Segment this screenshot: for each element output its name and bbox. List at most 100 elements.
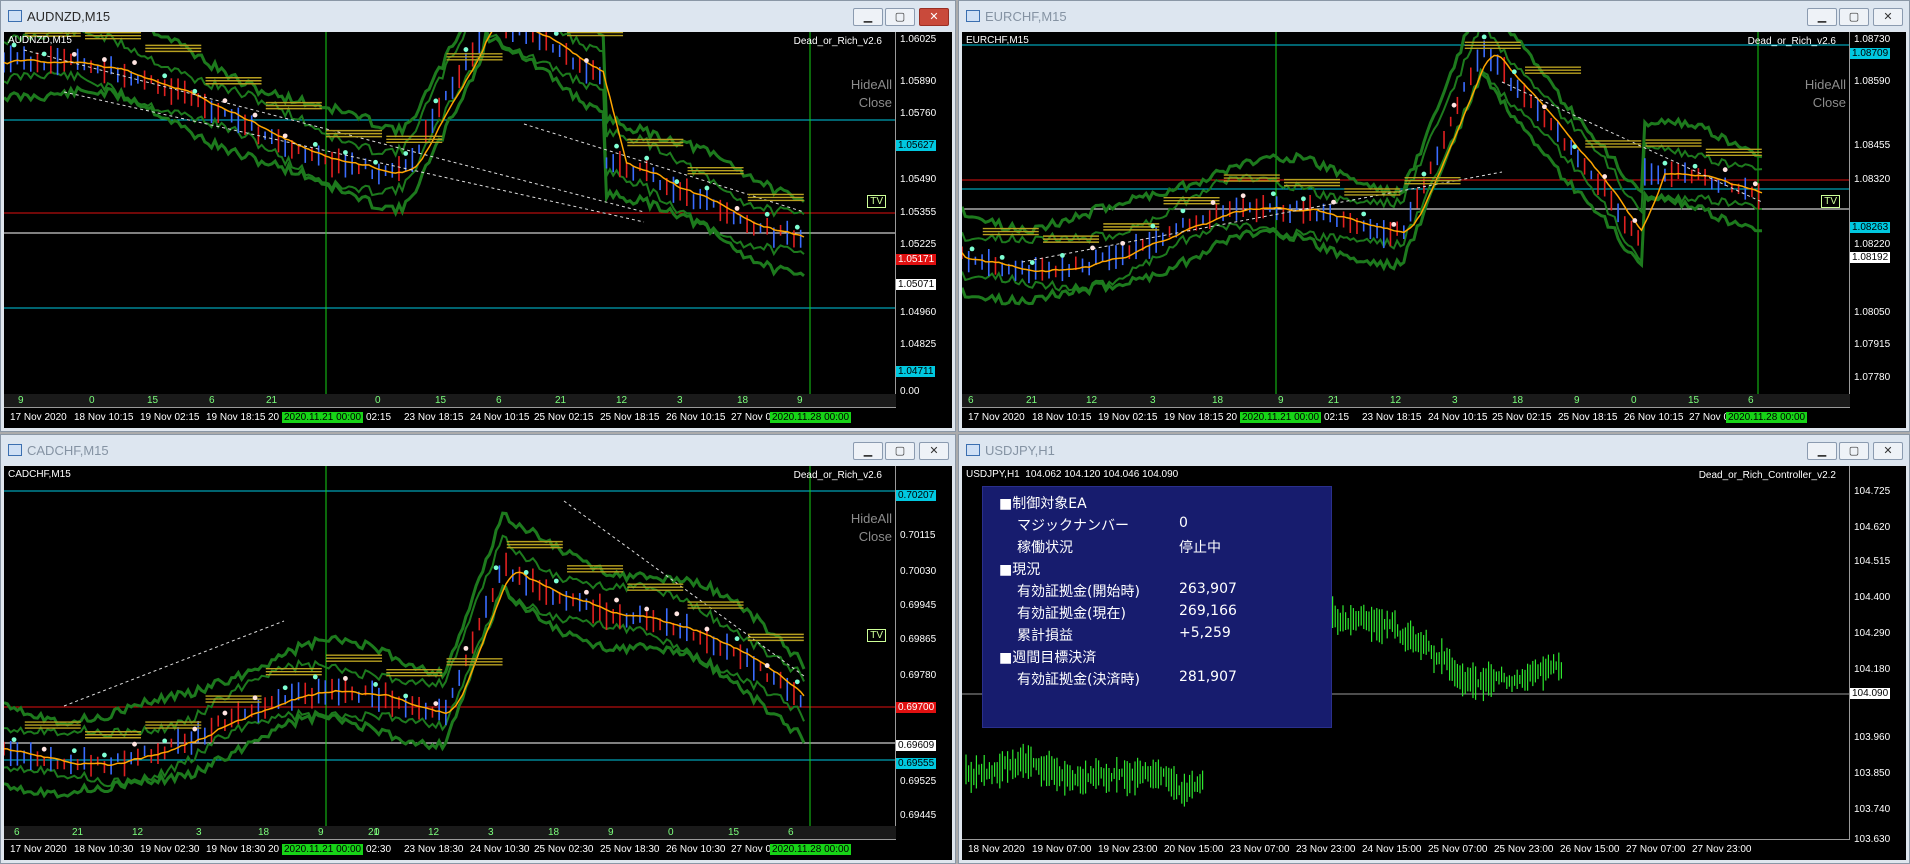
price-chart[interactable]: USDJPY,H1 104.062 104.120 104.046 104.09…	[962, 466, 1906, 860]
time-label: 25 Nov 02:15	[534, 412, 594, 423]
hour-label: 15	[435, 395, 447, 406]
price-label: 0.69865	[900, 634, 937, 645]
tv-button[interactable]: TV	[867, 629, 886, 642]
ea-name-label: Dead_or_Rich_v2.6	[793, 470, 882, 481]
close-button[interactable]: ✕	[919, 8, 949, 26]
window-title: USDJPY,H1	[985, 443, 1055, 458]
signal-marker	[1391, 221, 1397, 227]
signal-marker	[41, 746, 47, 752]
signal-marker	[969, 246, 975, 252]
price-label: 1.04825	[900, 339, 937, 350]
time-label: 25 Nov 18:15	[600, 412, 660, 423]
tv-button[interactable]: TV	[867, 195, 886, 208]
price-badge: 1.08709	[1850, 48, 1891, 59]
maximize-button[interactable]: ▢	[1839, 8, 1869, 26]
signal-marker	[644, 155, 650, 161]
signal-marker	[343, 150, 348, 155]
time-label: 20	[1226, 412, 1238, 423]
price-scale[interactable]: 104.725 104.620 104.515 104.400 104.290 …	[1849, 466, 1906, 845]
chart-window-eurchf[interactable]: EURCHF,M15 ▁ ▢ ✕ EURCHF,M15 Dead_or_Rich…	[958, 0, 1910, 432]
signal-marker	[1090, 245, 1095, 251]
hideall-button[interactable]: HideAll	[1805, 76, 1846, 94]
hideall-close-label[interactable]: HideAll Close	[851, 76, 892, 112]
price-label: 0.69525	[900, 776, 937, 787]
price-label: 1.08455	[1854, 140, 1891, 151]
hideall-close-label[interactable]: HideAll Close	[851, 510, 892, 546]
chart-canvas[interactable]	[4, 32, 952, 428]
hour-label: 6	[209, 395, 215, 406]
symbol-name: USDJPY,H1	[966, 469, 1020, 480]
time-label: 17 Nov 2020	[10, 412, 67, 423]
close-button[interactable]: ✕	[919, 442, 949, 460]
title-bar[interactable]: AUDNZD,M15 ▁ ▢ ✕	[1, 1, 955, 31]
run-status-value: 停止中	[1179, 540, 1221, 556]
signal-marker	[373, 682, 378, 687]
price-label: 1.05890	[900, 76, 937, 87]
price-label: 103.850	[1854, 768, 1891, 779]
hour-label: 3	[677, 395, 683, 406]
signal-marker	[433, 98, 439, 104]
price-scale[interactable]: 1.08730 1.08709 1.08590 1.08455 1.08320 …	[1849, 32, 1906, 408]
time-axis[interactable]: 18 Nov 2020 19 Nov 07:00 19 Nov 23:00 20…	[962, 839, 1850, 860]
time-label: 26 Nov 10:15	[1624, 412, 1684, 423]
close-label-button[interactable]: Close	[851, 528, 892, 546]
tv-button[interactable]: TV	[1821, 195, 1840, 208]
time-label: 25 Nov 02:30	[534, 844, 594, 855]
title-bar[interactable]: EURCHF,M15 ▁ ▢ ✕	[959, 1, 1909, 31]
close-label-button[interactable]: Close	[851, 94, 892, 112]
hideall-button[interactable]: HideAll	[851, 510, 892, 528]
hour-label: 6	[788, 827, 794, 838]
maximize-button[interactable]: ▢	[1839, 442, 1869, 460]
minimize-button[interactable]: ▁	[853, 442, 883, 460]
time-label: 17 Nov 2020	[10, 844, 67, 855]
minimize-button[interactable]: ▁	[1807, 8, 1837, 26]
signal-marker	[644, 606, 650, 612]
time-label: 20	[268, 844, 280, 855]
price-badge: 0.70207	[896, 490, 937, 501]
chart-canvas[interactable]	[4, 466, 952, 860]
minimize-button[interactable]: ▁	[853, 8, 883, 26]
period-separator-date: 2020.11.28 00:00	[770, 412, 852, 423]
signal-marker	[162, 738, 168, 744]
time-axis[interactable]: 17 Nov 2020 18 Nov 10:15 19 Nov 02:15 19…	[962, 407, 1850, 428]
minimize-button[interactable]: ▁	[1807, 442, 1837, 460]
chart-window-usdjpy[interactable]: USDJPY,H1 ▁ ▢ ✕ USDJPY,H1 104.062 104.12…	[958, 434, 1910, 864]
chart-window-audnzd[interactable]: AUDNZD,M15 ▁ ▢ ✕ AUDNZD,M15 Dead_or_Rich…	[0, 0, 956, 432]
maximize-button[interactable]: ▢	[885, 8, 915, 26]
equity-target-value: 281,907	[1179, 669, 1237, 685]
price-label: 104.515	[1854, 556, 1891, 567]
price-chart[interactable]: AUDNZD,M15 Dead_or_Rich_v2.6 HideAll Clos…	[4, 32, 952, 428]
hour-label: 0	[1631, 395, 1637, 406]
title-bar[interactable]: USDJPY,H1 ▁ ▢ ✕	[959, 435, 1909, 465]
close-button[interactable]: ✕	[1873, 8, 1903, 26]
hour-label: 18	[737, 395, 749, 406]
hideall-close-label[interactable]: HideAll Close	[1805, 76, 1846, 112]
window-title: EURCHF,M15	[985, 9, 1067, 24]
time-label: 19 Nov 07:00	[1032, 844, 1092, 855]
title-bar[interactable]: CADCHF,M15 ▁ ▢ ✕	[1, 435, 955, 465]
close-button[interactable]: ✕	[1873, 442, 1903, 460]
time-label: 02:15	[1324, 412, 1350, 423]
hour-label: 12	[1086, 395, 1098, 406]
price-chart[interactable]: CADCHF,M15 Dead_or_Rich_v2.6 HideAll Clos…	[4, 466, 952, 860]
time-axis[interactable]: 17 Nov 2020 18 Nov 10:15 19 Nov 02:15 19…	[4, 407, 896, 428]
price-scale[interactable]: 0.70207 0.70115 0.70030 0.69945 0.69865 …	[895, 466, 952, 840]
price-label: 1.08590	[1854, 76, 1891, 87]
signal-marker	[734, 636, 740, 642]
time-axis[interactable]: 17 Nov 2020 18 Nov 10:30 19 Nov 02:30 19…	[4, 839, 896, 860]
price-chart[interactable]: EURCHF,M15 Dead_or_Rich_v2.6 HideAll Clos…	[962, 32, 1906, 428]
hour-label: 18	[1212, 395, 1224, 406]
price-label: 104.180	[1854, 664, 1891, 675]
maximize-button[interactable]: ▢	[885, 442, 915, 460]
chart-window-cadchf[interactable]: CADCHF,M15 ▁ ▢ ✕ CADCHF,M15 Dead_or_Rich…	[0, 434, 956, 864]
signal-marker	[1662, 160, 1668, 166]
run-status-label: 稼働状況	[1017, 540, 1073, 556]
trend-line	[523, 123, 805, 213]
time-label: 20 Nov 15:00	[1164, 844, 1224, 855]
chart-canvas[interactable]	[962, 32, 1906, 428]
price-scale[interactable]: 1.06025 1.05890 1.05760 1.05627 1.05490 …	[895, 32, 952, 408]
hideall-button[interactable]: HideAll	[851, 76, 892, 94]
close-label-button[interactable]: Close	[1805, 94, 1846, 112]
signal-marker	[1180, 208, 1186, 214]
signal-marker	[192, 88, 198, 94]
